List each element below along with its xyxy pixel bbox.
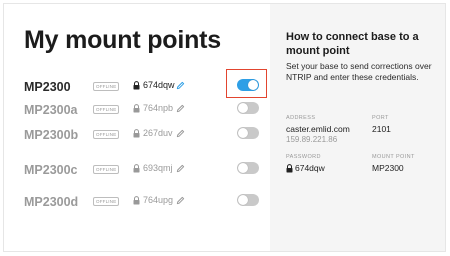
- pencil-icon[interactable]: [176, 81, 185, 90]
- address-value: caster.emlid.com: [286, 124, 350, 134]
- password-row: 674dqw: [286, 163, 325, 174]
- status-badge: OFFLINE: [93, 197, 120, 206]
- enable-toggle[interactable]: [237, 127, 259, 139]
- lock-icon: [286, 164, 293, 173]
- password-value: 267duv: [143, 128, 173, 138]
- status-badge: OFFLINE: [93, 165, 120, 174]
- mount-point-password: 693qmj: [133, 163, 173, 174]
- mount-point-name: MP2300b: [24, 128, 79, 142]
- mount-point-value: MP2300: [372, 163, 404, 173]
- highlight-box: [226, 69, 267, 98]
- mount-point-field: MOUNT POINT MP2300: [372, 154, 415, 174]
- mount-point-name: MP2300c: [24, 163, 78, 177]
- address-ip: 159.89.221.86: [286, 135, 338, 144]
- status-badge: OFFLINE: [93, 105, 120, 114]
- status-badge: OFFLINE: [93, 130, 120, 139]
- pencil-icon[interactable]: [176, 164, 185, 173]
- password-field: PASSWORD 674dqw: [286, 154, 325, 174]
- enable-toggle[interactable]: [237, 194, 259, 206]
- mount-point-label: MOUNT POINT: [372, 154, 415, 160]
- pencil-icon[interactable]: [176, 196, 185, 205]
- mount-point-password: 674dqw: [133, 80, 175, 91]
- address-label: ADDRESS: [286, 115, 316, 121]
- toggle-knob: [238, 163, 248, 173]
- lock-icon: [133, 104, 140, 113]
- password-value: 764upg: [143, 195, 174, 205]
- enable-toggle[interactable]: [237, 162, 259, 174]
- port-label: PORT: [372, 115, 389, 121]
- mount-point-name: MP2300: [24, 80, 71, 94]
- password-value: 674dqw: [295, 163, 325, 173]
- lock-icon: [133, 81, 140, 90]
- toggle-knob: [238, 195, 248, 205]
- mount-point-name: MP2300d: [24, 195, 79, 209]
- toggle-knob: [238, 103, 248, 113]
- mount-point-password: 764npb: [133, 103, 173, 114]
- mount-point-name: MP2300a: [24, 103, 78, 117]
- status-badge: OFFLINE: [93, 82, 120, 91]
- address-field: ADDRESS caster.emlid.com 159.89.221.86: [286, 115, 350, 145]
- mount-point-password: 764upg: [133, 195, 173, 206]
- lock-icon: [133, 196, 140, 205]
- page-title: My mount points: [24, 26, 221, 54]
- mount-point-password: 267duv: [133, 128, 173, 139]
- mount-point-row: MP2300b OFFLINE 267duv: [4, 127, 270, 168]
- connection-help-panel: How to connect base to a mount point Set…: [270, 4, 445, 251]
- mount-point-row: MP2300d OFFLINE 764upg: [4, 194, 270, 235]
- help-text: Set your base to send corrections over N…: [286, 61, 432, 82]
- password-value: 693qmj: [143, 163, 173, 173]
- mount-points-card: My mount points MP2300 OFFLINE 674dqw MP…: [3, 3, 446, 252]
- password-label: PASSWORD: [286, 154, 321, 160]
- password-value: 764npb: [143, 103, 174, 113]
- pencil-icon[interactable]: [176, 104, 185, 113]
- port-field: PORT 2101: [372, 115, 391, 135]
- lock-icon: [133, 164, 140, 173]
- enable-toggle[interactable]: [237, 102, 259, 114]
- password-value: 674dqw: [143, 80, 175, 90]
- help-title: How to connect base to a mount point: [286, 31, 419, 57]
- pencil-icon[interactable]: [176, 129, 185, 138]
- mount-points-list-panel: My mount points MP2300 OFFLINE 674dqw MP…: [4, 4, 270, 251]
- toggle-knob: [238, 128, 248, 138]
- port-value: 2101: [372, 124, 391, 134]
- lock-icon: [133, 129, 140, 138]
